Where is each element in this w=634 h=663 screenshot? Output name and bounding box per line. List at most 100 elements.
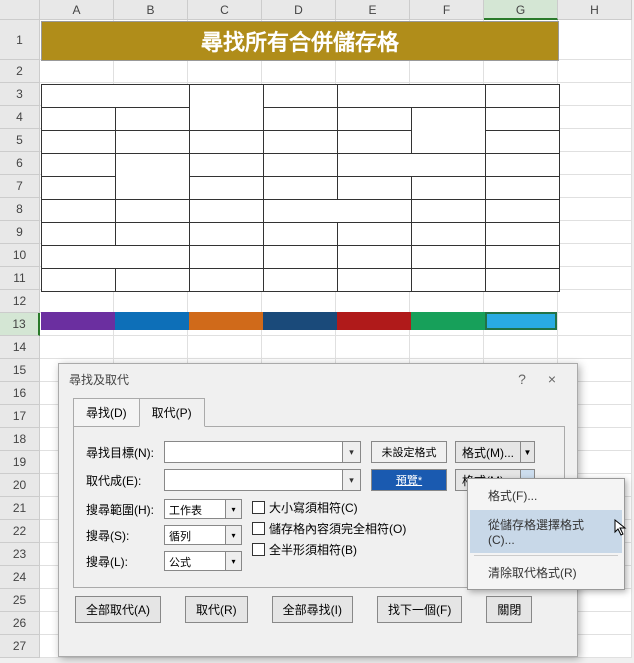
row-header-13[interactable]: 13 xyxy=(0,313,40,336)
cell-H4[interactable] xyxy=(558,106,632,129)
find-what-input[interactable] xyxy=(164,441,343,463)
find-what-dropdown[interactable]: ▾ xyxy=(343,441,361,463)
within-select[interactable]: 工作表 xyxy=(164,499,226,519)
row-header-20[interactable]: 20 xyxy=(0,474,40,497)
color-swatch-5[interactable] xyxy=(411,312,485,330)
lookin-arrow[interactable]: ▾ xyxy=(226,551,242,571)
color-swatch-1[interactable] xyxy=(115,312,189,330)
cell-F14[interactable] xyxy=(410,336,484,359)
row-header-6[interactable]: 6 xyxy=(0,152,40,175)
row-header-9[interactable]: 9 xyxy=(0,221,40,244)
cell-E14[interactable] xyxy=(336,336,410,359)
col-header-F[interactable]: F xyxy=(410,0,484,20)
select-all-corner[interactable] xyxy=(0,0,40,20)
replace-with-dropdown[interactable]: ▾ xyxy=(343,469,361,491)
close-button[interactable]: × xyxy=(537,371,567,387)
within-arrow[interactable]: ▾ xyxy=(226,499,242,519)
cell-D2[interactable] xyxy=(262,60,336,83)
match-entire-checkbox[interactable] xyxy=(252,522,265,535)
row-header-5[interactable]: 5 xyxy=(0,129,40,152)
cell-H6[interactable] xyxy=(558,152,632,175)
cell-B2[interactable] xyxy=(114,60,188,83)
row-header-3[interactable]: 3 xyxy=(0,83,40,106)
menu-format[interactable]: 格式(F)... xyxy=(470,481,622,510)
row-header-22[interactable]: 22 xyxy=(0,520,40,543)
cell-H5[interactable] xyxy=(558,129,632,152)
cell-F2[interactable] xyxy=(410,60,484,83)
cell-H9[interactable] xyxy=(558,221,632,244)
row-header-15[interactable]: 15 xyxy=(0,359,40,382)
replace-with-input[interactable] xyxy=(164,469,343,491)
row-header-26[interactable]: 26 xyxy=(0,612,40,635)
cell-C14[interactable] xyxy=(188,336,262,359)
cell-G2[interactable] xyxy=(484,60,558,83)
close-dialog-button[interactable]: 關閉 xyxy=(486,596,532,623)
menu-clear-format[interactable]: 清除取代格式(R) xyxy=(470,558,622,587)
col-header-A[interactable]: A xyxy=(40,0,114,20)
cell-H13[interactable] xyxy=(558,313,632,336)
cell-E2[interactable] xyxy=(336,60,410,83)
col-header-G[interactable]: G xyxy=(484,0,558,20)
row-header-12[interactable]: 12 xyxy=(0,290,40,313)
color-swatch-3[interactable] xyxy=(263,312,337,330)
cell-B12[interactable] xyxy=(114,290,188,313)
row-header-23[interactable]: 23 xyxy=(0,543,40,566)
find-format-button[interactable]: 格式(M)... xyxy=(455,441,521,463)
search-arrow[interactable]: ▾ xyxy=(226,525,242,545)
row-header-24[interactable]: 24 xyxy=(0,566,40,589)
cell-C2[interactable] xyxy=(188,60,262,83)
lookin-select[interactable]: 公式 xyxy=(164,551,226,571)
color-swatch-2[interactable] xyxy=(189,312,263,330)
cell-A12[interactable] xyxy=(40,290,114,313)
cell-H1[interactable] xyxy=(558,20,632,60)
row-header-16[interactable]: 16 xyxy=(0,382,40,405)
merged-title-cell[interactable]: 尋找所有合併儲存格 xyxy=(41,21,559,61)
cell-H11[interactable] xyxy=(558,267,632,290)
row-header-10[interactable]: 10 xyxy=(0,244,40,267)
cell-H3[interactable] xyxy=(558,83,632,106)
cell-F12[interactable] xyxy=(410,290,484,313)
row-header-19[interactable]: 19 xyxy=(0,451,40,474)
cell-G12[interactable] xyxy=(484,290,558,313)
tab-find[interactable]: 尋找(D) xyxy=(73,398,140,427)
row-header-1[interactable]: 1 xyxy=(0,20,40,60)
row-header-14[interactable]: 14 xyxy=(0,336,40,359)
cell-H8[interactable] xyxy=(558,198,632,221)
cell-E12[interactable] xyxy=(336,290,410,313)
find-all-button[interactable]: 全部尋找(I) xyxy=(272,596,353,623)
col-header-D[interactable]: D xyxy=(262,0,336,20)
cell-H12[interactable] xyxy=(558,290,632,313)
cell-B14[interactable] xyxy=(114,336,188,359)
cell-H14[interactable] xyxy=(558,336,632,359)
row-header-17[interactable]: 17 xyxy=(0,405,40,428)
replace-button[interactable]: 取代(R) xyxy=(185,596,248,623)
row-header-7[interactable]: 7 xyxy=(0,175,40,198)
row-header-18[interactable]: 18 xyxy=(0,428,40,451)
col-header-B[interactable]: B xyxy=(114,0,188,20)
color-swatch-6[interactable] xyxy=(485,312,557,330)
row-header-4[interactable]: 4 xyxy=(0,106,40,129)
cell-D12[interactable] xyxy=(262,290,336,313)
color-swatch-0[interactable] xyxy=(41,312,115,330)
match-case-checkbox[interactable] xyxy=(252,501,265,514)
cell-D14[interactable] xyxy=(262,336,336,359)
color-swatch-4[interactable] xyxy=(337,312,411,330)
find-format-dropdown[interactable]: ▼ xyxy=(521,441,535,463)
col-header-C[interactable]: C xyxy=(188,0,262,20)
col-header-H[interactable]: H xyxy=(558,0,632,20)
cell-H2[interactable] xyxy=(558,60,632,83)
replace-all-button[interactable]: 全部取代(A) xyxy=(75,596,161,623)
row-header-21[interactable]: 21 xyxy=(0,497,40,520)
tab-replace[interactable]: 取代(P) xyxy=(139,398,205,427)
menu-from-cell[interactable]: 從儲存格選擇格式(C)... xyxy=(470,510,622,553)
cell-A2[interactable] xyxy=(40,60,114,83)
row-header-8[interactable]: 8 xyxy=(0,198,40,221)
find-next-button[interactable]: 找下一個(F) xyxy=(377,596,462,623)
row-header-11[interactable]: 11 xyxy=(0,267,40,290)
col-header-E[interactable]: E xyxy=(336,0,410,20)
cell-H10[interactable] xyxy=(558,244,632,267)
cell-G14[interactable] xyxy=(484,336,558,359)
cell-H7[interactable] xyxy=(558,175,632,198)
search-select[interactable]: 循列 xyxy=(164,525,226,545)
cell-C12[interactable] xyxy=(188,290,262,313)
